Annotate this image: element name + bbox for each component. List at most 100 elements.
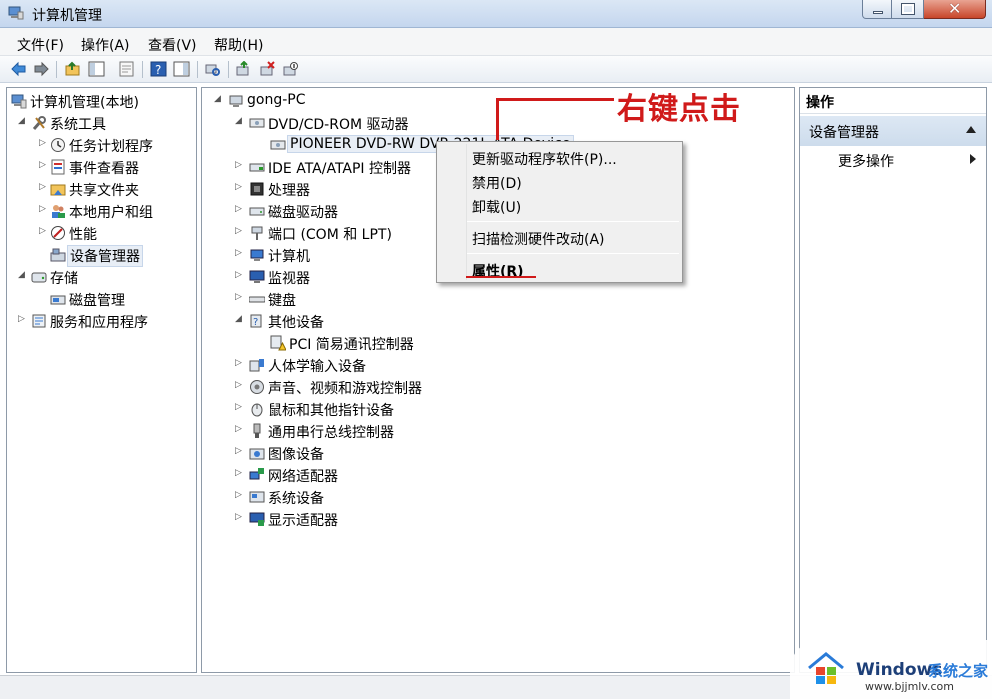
dvd-drive-icon (270, 140, 286, 150)
expand-arrow-icon[interactable]: ▷ (235, 512, 242, 522)
computer-icon (250, 249, 264, 261)
collapse-arrow-icon[interactable]: ◢ (235, 116, 242, 126)
window-title: 计算机管理 (32, 8, 102, 24)
shared-folder-icon (50, 184, 66, 196)
more-actions-link[interactable]: 更多操作 (838, 151, 894, 171)
expand-arrow-icon[interactable]: ▷ (235, 358, 242, 368)
annotation-underline (466, 276, 536, 278)
menu-item-uninstall[interactable]: 卸载(U) (472, 197, 521, 217)
watermark-url: www.bjjmlv.com (865, 680, 954, 693)
users-icon (52, 205, 65, 218)
collapse-arrow-icon[interactable]: ◢ (18, 116, 25, 126)
close-button[interactable]: ✕ (924, 0, 986, 19)
collapse-arrow-icon[interactable]: ◢ (214, 94, 221, 104)
keyboard-icon (249, 296, 265, 303)
svg-text:?: ? (155, 63, 161, 77)
properties-sheet-icon[interactable] (118, 61, 135, 77)
watermark: Windows 系统之家 www.bjjmlv.com (790, 640, 992, 699)
expand-arrow-icon[interactable]: ▷ (235, 248, 242, 258)
expand-arrow-icon[interactable]: ▷ (235, 226, 242, 236)
services-icon (32, 314, 46, 328)
maximize-icon (901, 3, 915, 15)
windows-logo-icon (808, 652, 844, 684)
forward-arrow-icon[interactable] (33, 61, 50, 77)
expand-arrow-icon[interactable]: ▷ (235, 446, 242, 456)
collapse-arrow-icon[interactable]: ◢ (18, 270, 25, 280)
back-arrow-icon[interactable] (10, 61, 27, 77)
expand-arrow-icon[interactable]: ▷ (39, 160, 46, 170)
disable-device-icon[interactable] (282, 61, 299, 77)
disk-management-icon (50, 295, 66, 305)
expand-arrow-icon[interactable]: ▷ (235, 402, 242, 412)
expand-arrow-icon[interactable]: ▷ (39, 204, 46, 214)
camera-icon (249, 448, 265, 460)
computer-management-icon (8, 6, 24, 20)
minimize-button[interactable] (862, 0, 892, 19)
collapse-arrow-icon[interactable]: ◢ (235, 314, 242, 324)
expand-arrow-icon[interactable]: ▷ (235, 292, 242, 302)
disk-drive-icon (249, 207, 265, 216)
menu-item-disable[interactable]: 禁用(D) (472, 173, 522, 193)
device-manager-icon (50, 248, 66, 262)
menu-item-update-driver[interactable]: 更新驱动程序软件(P)... (472, 149, 617, 169)
system-device-icon (249, 491, 265, 503)
menu-item-scan-hardware[interactable]: 扫描检测硬件改动(A) (472, 229, 605, 249)
update-driver-icon[interactable] (235, 61, 252, 77)
expand-arrow-icon[interactable]: ▷ (235, 182, 242, 192)
console-tree-pane[interactable]: 计算机管理(本地) ◢ 系统工具 ▷ 任务计划程序 ▷ 事件查看器 ▷ 共享文件… (6, 87, 197, 673)
expand-arrow-icon[interactable]: ▷ (39, 138, 46, 148)
speaker-icon (250, 380, 264, 394)
mouse-icon (251, 403, 263, 417)
svg-text:?: ? (253, 317, 258, 328)
performance-icon (51, 226, 65, 240)
collapse-triangle-icon[interactable] (966, 126, 976, 133)
unknown-device-icon: ? (250, 314, 262, 328)
expand-arrow-icon[interactable]: ▷ (18, 314, 25, 324)
maximize-button[interactable] (892, 0, 924, 19)
submenu-arrow-icon (970, 154, 976, 164)
menu-help[interactable]: 帮助(H) (214, 35, 263, 55)
warning-device-icon (270, 335, 286, 351)
toolbar: ? (0, 56, 992, 83)
context-menu: 更新驱动程序软件(P)... 禁用(D) 卸载(U) 扫描检测硬件改动(A) 属… (436, 141, 683, 283)
menu-action[interactable]: 操作(A) (81, 35, 130, 55)
show-hide-tree-icon[interactable] (88, 61, 105, 77)
expand-arrow-icon[interactable]: ▷ (235, 270, 242, 280)
dvd-drive-icon (249, 118, 265, 128)
actions-header: 操作 (800, 88, 986, 114)
close-icon: ✕ (948, 0, 962, 18)
expand-arrow-icon[interactable]: ▷ (235, 490, 242, 500)
menu-bar: 文件(F) 操作(A) 查看(V) 帮助(H) (0, 28, 992, 56)
processor-icon (250, 182, 264, 196)
computer-management-icon (11, 94, 27, 109)
expand-arrow-icon[interactable]: ▷ (235, 204, 242, 214)
scan-hardware-icon[interactable] (204, 61, 221, 77)
expand-arrow-icon[interactable]: ▷ (235, 468, 242, 478)
annotation-label: 右键点击 (617, 92, 741, 127)
expand-arrow-icon[interactable]: ▷ (39, 182, 46, 192)
expand-arrow-icon[interactable]: ▷ (235, 380, 242, 390)
show-hide-action-pane-icon[interactable] (173, 61, 190, 77)
tools-icon (32, 116, 46, 130)
expand-arrow-icon[interactable]: ▷ (235, 424, 242, 434)
actions-section-device-manager[interactable]: 设备管理器 (800, 116, 986, 146)
title-bar: 计算机管理 ✕ (0, 0, 992, 28)
up-folder-icon[interactable] (64, 61, 81, 77)
uninstall-device-icon[interactable] (259, 61, 276, 77)
monitor-icon (249, 270, 265, 283)
usb-icon (253, 423, 261, 438)
expand-arrow-icon[interactable]: ▷ (235, 160, 242, 170)
display-adapter-icon (249, 512, 265, 526)
menu-item-properties[interactable]: 属性(R) (472, 261, 524, 281)
computer-icon (229, 95, 243, 107)
expand-arrow-icon[interactable]: ▷ (39, 226, 46, 236)
storage-icon (31, 272, 47, 283)
clock-icon (51, 138, 65, 152)
actions-pane: 操作 设备管理器 更多操作 (799, 87, 987, 673)
help-icon[interactable]: ? (150, 61, 167, 77)
watermark-site: 系统之家 (928, 662, 989, 680)
menu-view[interactable]: 查看(V) (148, 35, 197, 55)
minimize-icon (873, 11, 883, 14)
menu-file[interactable]: 文件(F) (17, 35, 64, 55)
annotation-line (496, 98, 614, 101)
